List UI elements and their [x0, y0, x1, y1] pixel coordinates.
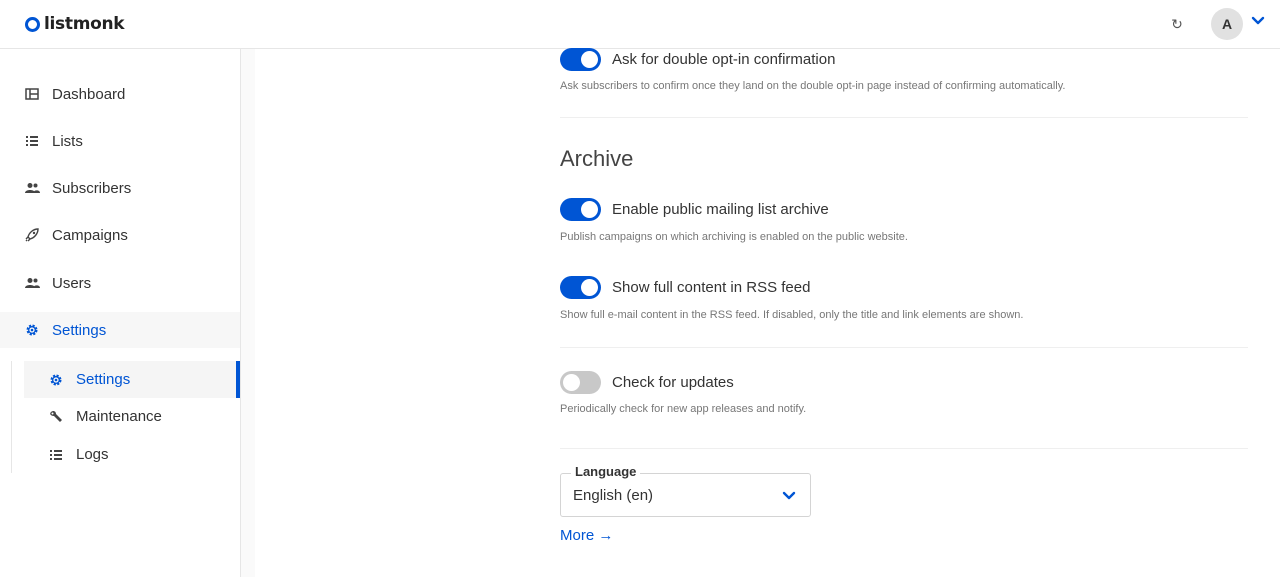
- gear-icon: [24, 322, 40, 338]
- divider: [560, 347, 1248, 348]
- chevron-down-icon: [782, 491, 796, 500]
- sidebar-item-lists[interactable]: Lists: [0, 123, 240, 159]
- sidebar-item-label: Subscribers: [52, 179, 132, 197]
- list-icon: [24, 133, 40, 149]
- logo-text: listmonk: [44, 14, 125, 34]
- list-icon: [48, 447, 64, 463]
- gear-icon: [48, 372, 64, 388]
- public-archive-toggle[interactable]: [560, 198, 601, 221]
- public-archive-label: Enable public mailing list archive: [612, 201, 829, 218]
- logo-ring-icon: [25, 16, 40, 32]
- double-optin-setting[interactable]: Ask for double opt-in confirmation: [560, 48, 835, 71]
- sidebar-item-label: Users: [52, 274, 92, 292]
- sidebar-item-label: Dashboard: [52, 85, 126, 103]
- refresh-icon[interactable]: ↻: [1169, 15, 1185, 33]
- sidebar-subitem-label: Maintenance: [76, 408, 162, 425]
- rss-full-help: Show full e-mail content in the RSS feed…: [560, 309, 1024, 321]
- sidebar-subitem-settings[interactable]: Settings: [24, 361, 240, 398]
- sidebar-item-label: Lists: [52, 132, 83, 150]
- double-optin-toggle[interactable]: [560, 48, 601, 71]
- sidebar-subitem-label: Logs: [76, 446, 109, 463]
- wrench-icon: [48, 409, 64, 425]
- double-optin-help: Ask subscribers to confirm once they lan…: [560, 80, 1066, 92]
- divider: [560, 448, 1248, 449]
- rss-full-toggle[interactable]: [560, 276, 601, 299]
- top-header: listmonk ↻ A: [0, 0, 1280, 49]
- avatar[interactable]: A: [1211, 8, 1243, 40]
- more-link[interactable]: More →: [560, 527, 613, 544]
- language-select-value: English (en): [573, 487, 654, 504]
- check-updates-label: Check for updates: [612, 374, 734, 391]
- chevron-down-icon[interactable]: [1251, 14, 1265, 28]
- section-title-archive: Archive: [560, 146, 634, 171]
- sidebar-item-dashboard[interactable]: Dashboard: [0, 76, 240, 112]
- sidebar-item-users[interactable]: Users: [0, 265, 240, 301]
- sidebar-item-campaigns[interactable]: Campaigns: [0, 217, 240, 253]
- sidebar-subitem-label: Settings: [76, 371, 131, 388]
- sidebar-subitem-logs[interactable]: Logs: [24, 436, 240, 473]
- subnav-divider: [11, 361, 12, 473]
- sidebar-item-subscribers[interactable]: Subscribers: [0, 170, 240, 206]
- divider: [560, 117, 1248, 118]
- sidebar-item-label: Campaigns: [52, 226, 128, 244]
- check-updates-toggle[interactable]: [560, 371, 601, 394]
- rss-full-setting[interactable]: Show full content in RSS feed: [560, 276, 810, 299]
- sidebar-gutter: [241, 49, 255, 577]
- dashboard-icon: [24, 86, 40, 102]
- check-updates-setting[interactable]: Check for updates: [560, 371, 734, 394]
- language-label: Language: [571, 464, 641, 479]
- users-icon: [24, 275, 40, 291]
- sidebar-item-settings[interactable]: Settings: [0, 312, 240, 348]
- language-select[interactable]: English (en): [560, 473, 811, 517]
- app-logo[interactable]: listmonk: [25, 13, 125, 35]
- public-archive-help: Publish campaigns on which archiving is …: [560, 231, 908, 243]
- double-optin-label: Ask for double opt-in confirmation: [612, 51, 836, 68]
- sidebar-subitem-maintenance[interactable]: Maintenance: [24, 398, 240, 435]
- sidebar-item-label: Settings: [52, 321, 107, 339]
- users-icon: [24, 180, 40, 196]
- public-archive-setting[interactable]: Enable public mailing list archive: [560, 198, 829, 221]
- rss-full-label: Show full content in RSS feed: [612, 279, 811, 296]
- check-updates-help: Periodically check for new app releases …: [560, 403, 807, 415]
- rocket-icon: [24, 227, 40, 243]
- sidebar: Dashboard Lists Subscribers Campaigns Us…: [0, 49, 241, 577]
